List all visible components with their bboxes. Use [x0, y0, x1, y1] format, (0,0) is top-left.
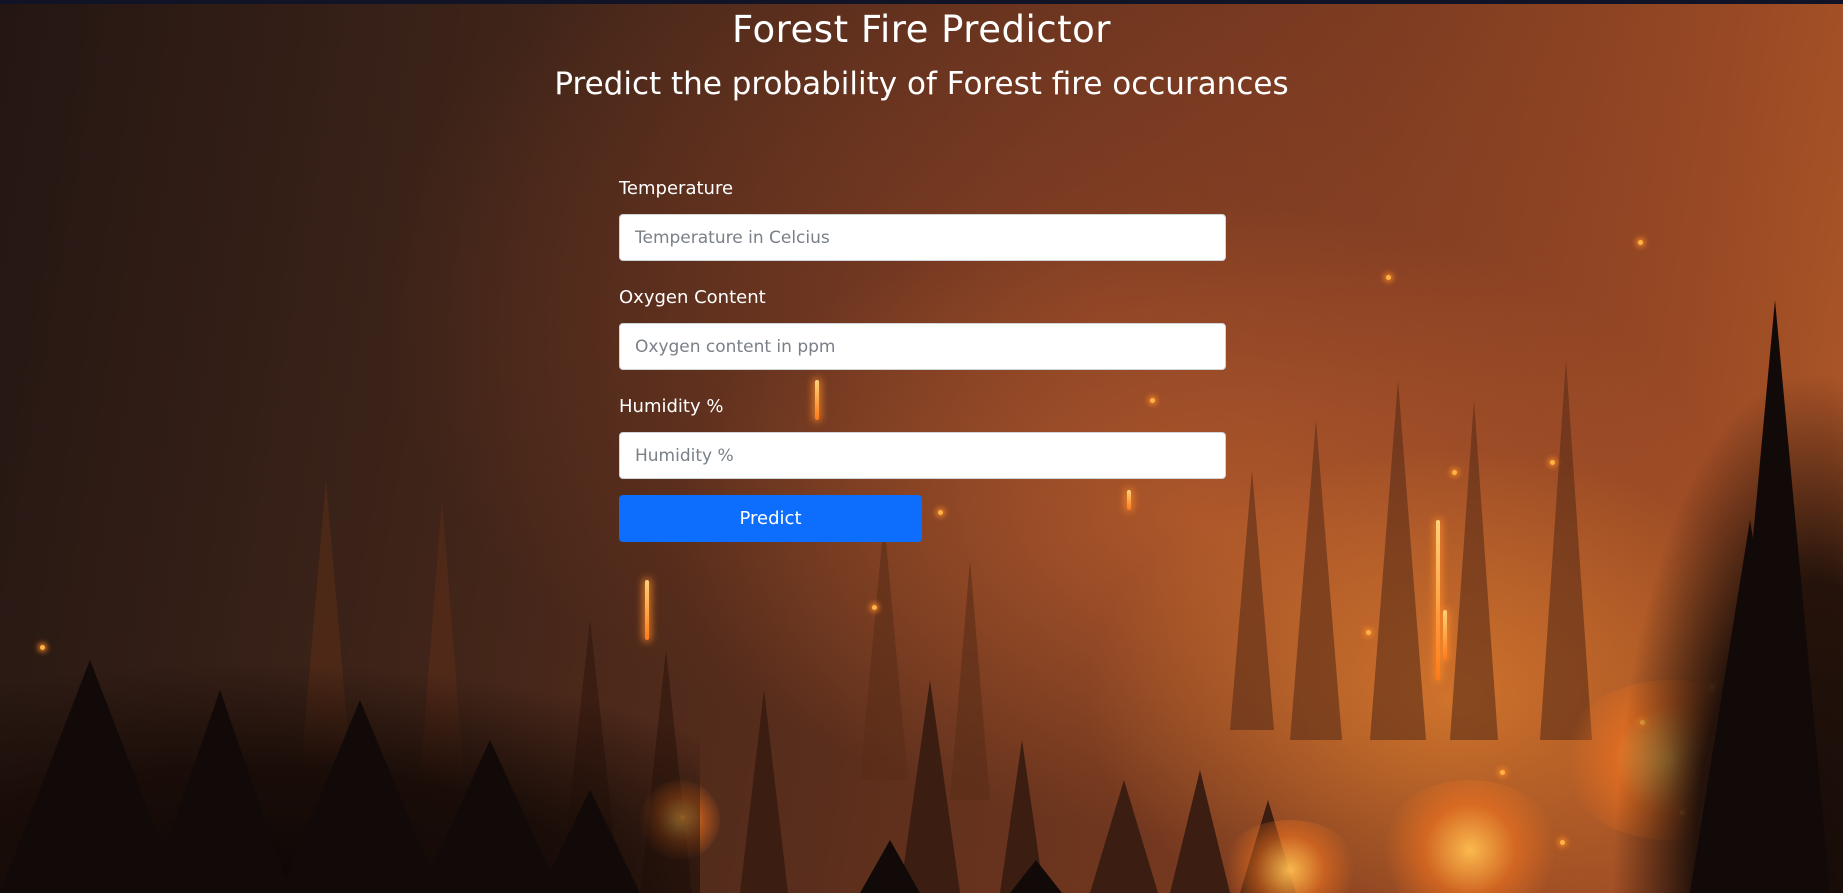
temperature-input[interactable] — [619, 214, 1226, 261]
predict-button[interactable]: Predict — [619, 495, 922, 542]
oxygen-content-label: Oxygen Content — [619, 287, 766, 308]
humidity-input[interactable] — [619, 432, 1226, 479]
page-title: Forest Fire Predictor — [732, 8, 1111, 51]
page-subtitle: Predict the probability of Forest fire o… — [554, 66, 1289, 102]
temperature-label: Temperature — [619, 178, 734, 199]
page-content: Forest Fire Predictor Predict the probab… — [0, 0, 1843, 893]
oxygen-content-input[interactable] — [619, 323, 1226, 370]
humidity-label: Humidity % — [619, 396, 724, 417]
prediction-form: Temperature Oxygen Content Humidity % Pr… — [619, 176, 1226, 542]
